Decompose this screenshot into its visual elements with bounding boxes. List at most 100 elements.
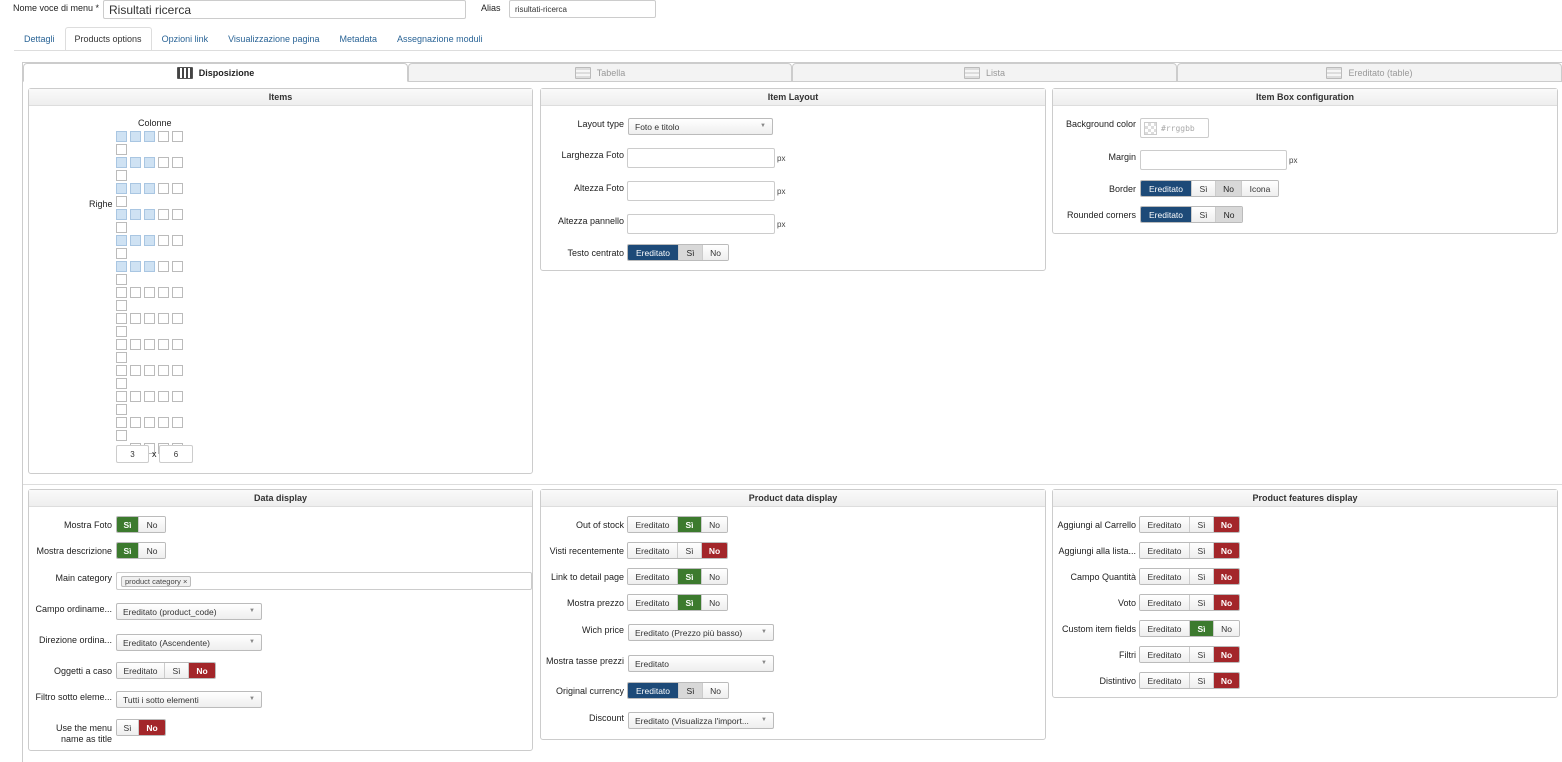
grid-cell[interactable] — [158, 417, 169, 428]
grid-cell[interactable] — [130, 183, 141, 194]
centered-text-toggle[interactable]: Ereditato Sì No — [627, 244, 729, 261]
grid-cell[interactable] — [172, 365, 183, 376]
grid-cell[interactable] — [130, 287, 141, 298]
option-no[interactable]: No — [702, 517, 727, 532]
tax-select[interactable]: Ereditato ▼ — [628, 655, 774, 672]
grid-cell[interactable] — [116, 391, 127, 402]
grid-cell[interactable] — [130, 417, 141, 428]
menu-name-input[interactable]: Risultati ricerca — [103, 0, 466, 19]
grid-cell[interactable] — [116, 430, 127, 441]
grid-cell[interactable] — [116, 339, 127, 350]
grid-cell[interactable] — [158, 391, 169, 402]
option-yes[interactable]: Sì — [678, 543, 702, 558]
yes-no-toggle[interactable]: Ereditato Sì No — [1139, 594, 1240, 611]
grid-cell[interactable] — [144, 365, 155, 376]
option-no[interactable]: No — [1216, 207, 1242, 222]
option-inherited[interactable]: Ereditato — [1140, 543, 1190, 558]
grid-cell[interactable] — [144, 157, 155, 168]
show-photo-toggle[interactable]: Sì No — [116, 516, 166, 533]
layout-type-select[interactable]: Foto e titolo ▼ — [628, 118, 773, 135]
filter-sub-select[interactable]: Tutti i sotto elementi ▼ — [116, 691, 262, 708]
yes-no-toggle[interactable]: Ereditato Sì No — [1139, 516, 1240, 533]
option-no[interactable]: No — [1216, 181, 1242, 196]
tab-metadata[interactable]: Metadata — [330, 27, 388, 51]
random-items-toggle[interactable]: Ereditato Sì No — [116, 662, 216, 679]
option-no[interactable]: No — [139, 517, 165, 532]
yes-no-toggle[interactable]: Ereditato Sì No — [1139, 568, 1240, 585]
option-yes[interactable]: Sì — [1190, 673, 1214, 688]
option-inherited[interactable]: Ereditato — [628, 595, 678, 610]
wich-price-select[interactable]: Ereditato (Prezzo più basso) ▼ — [628, 624, 774, 641]
option-no[interactable]: No — [703, 683, 728, 698]
grid-cell[interactable] — [116, 248, 127, 259]
grid-cell[interactable] — [116, 157, 127, 168]
grid-cell[interactable] — [172, 261, 183, 272]
option-yes[interactable]: Sì — [1190, 595, 1214, 610]
yes-no-toggle[interactable]: Ereditato Sì No — [627, 568, 728, 585]
tab-products-options[interactable]: Products options — [64, 27, 152, 51]
show-description-toggle[interactable]: Sì No — [116, 542, 166, 559]
grid-cell[interactable] — [130, 365, 141, 376]
grid-cell[interactable] — [172, 235, 183, 246]
yes-no-toggle[interactable]: Ereditato Sì No — [627, 594, 728, 611]
option-yes[interactable]: Sì — [1190, 543, 1214, 558]
option-yes[interactable]: Sì — [1190, 517, 1214, 532]
option-yes[interactable]: Sì — [1190, 569, 1214, 584]
yes-no-toggle[interactable]: Ereditato Sì No — [1139, 646, 1240, 663]
grid-cell[interactable] — [172, 417, 183, 428]
option-yes[interactable]: Sì — [117, 543, 139, 558]
order-field-select[interactable]: Ereditato (product_code) ▼ — [116, 603, 262, 620]
option-no[interactable]: No — [1214, 621, 1239, 636]
alias-input[interactable]: risultati-ricerca — [509, 0, 656, 18]
grid-cell[interactable] — [144, 339, 155, 350]
yes-no-toggle[interactable]: Ereditato Sì No — [1139, 672, 1240, 689]
option-no[interactable]: No — [702, 569, 727, 584]
option-inherited[interactable]: Ereditato — [1140, 595, 1190, 610]
tab-opzioni-link[interactable]: Opzioni link — [152, 27, 219, 51]
background-color-input[interactable]: #rrggbb — [1140, 118, 1209, 138]
yes-no-toggle[interactable]: Ereditato Sì No — [627, 516, 728, 533]
grid-cell[interactable] — [158, 235, 169, 246]
option-yes[interactable]: Sì — [1192, 181, 1216, 196]
grid-cell[interactable] — [144, 391, 155, 402]
grid-cell[interactable] — [116, 352, 127, 363]
grid-cell[interactable] — [116, 326, 127, 337]
option-inherited[interactable]: Ereditato — [1141, 207, 1192, 222]
option-icon[interactable]: Icona — [1242, 181, 1278, 196]
main-category-input[interactable]: product category × — [116, 572, 532, 590]
option-inherited[interactable]: Ereditato — [1140, 517, 1190, 532]
layout-tab-ereditato[interactable]: Ereditato (table) — [1177, 63, 1562, 82]
grid-cell[interactable] — [116, 300, 127, 311]
category-tag[interactable]: product category × — [121, 575, 192, 587]
option-yes[interactable]: Sì — [678, 595, 702, 610]
close-icon[interactable]: × — [183, 577, 187, 586]
layout-tab-lista[interactable]: Lista — [792, 63, 1177, 82]
grid-cell[interactable] — [130, 131, 141, 142]
option-yes[interactable]: Sì — [117, 517, 139, 532]
tab-assegnazione-moduli[interactable]: Assegnazione moduli — [387, 27, 493, 51]
grid-cell[interactable] — [172, 183, 183, 194]
grid-cell[interactable] — [144, 131, 155, 142]
option-inherited[interactable]: Ereditato — [1140, 673, 1190, 688]
option-no[interactable]: No — [702, 595, 727, 610]
grid-cell[interactable] — [158, 287, 169, 298]
tab-dettagli[interactable]: Dettagli — [14, 27, 65, 51]
option-inherited[interactable]: Ereditato — [117, 663, 165, 678]
option-inherited[interactable]: Ereditato — [628, 517, 678, 532]
grid-cell[interactable] — [116, 183, 127, 194]
grid-cell[interactable] — [158, 261, 169, 272]
grid-cell[interactable] — [116, 287, 127, 298]
option-no[interactable]: No — [1214, 595, 1239, 610]
grid-cell[interactable] — [130, 261, 141, 272]
grid-cell[interactable] — [158, 131, 169, 142]
grid-cell[interactable] — [158, 365, 169, 376]
grid-cell[interactable] — [158, 209, 169, 220]
option-yes[interactable]: Sì — [1192, 207, 1216, 222]
option-yes[interactable]: Sì — [1190, 621, 1214, 636]
option-no[interactable]: No — [139, 720, 165, 735]
yes-no-toggle[interactable]: Ereditato Sì No — [627, 542, 728, 559]
grid-cell[interactable] — [116, 404, 127, 415]
grid-cell[interactable] — [144, 313, 155, 324]
grid-cell[interactable] — [116, 378, 127, 389]
option-yes[interactable]: Sì — [678, 517, 702, 532]
